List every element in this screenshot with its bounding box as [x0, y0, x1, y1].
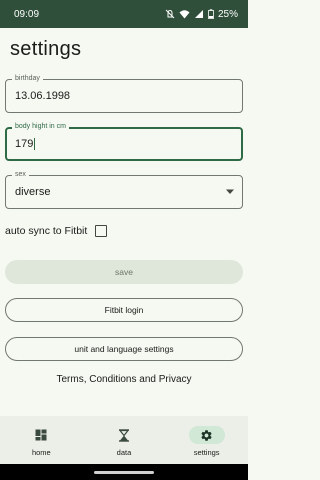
nav-label-home: home: [31, 448, 51, 457]
nav-label-data: data: [116, 448, 132, 457]
battery-percent: 25%: [217, 8, 238, 20]
terms-link[interactable]: Terms, Conditions and Privacy: [0, 374, 248, 385]
signal-icon: [194, 10, 203, 18]
gear-icon: [201, 429, 212, 441]
nav-label-settings: settings: [193, 448, 220, 457]
auto-sync-row: auto sync to Fitbit: [5, 225, 108, 237]
nav-item-data[interactable]: data: [84, 416, 164, 457]
sex-dropdown[interactable]: sex diverse: [5, 170, 243, 209]
status-time: 09:09: [14, 8, 40, 20]
battery-icon: [208, 9, 214, 19]
wifi-icon: [179, 10, 190, 19]
auto-sync-checkbox[interactable]: [95, 225, 108, 237]
page-title: settings: [10, 38, 82, 60]
nav-icon-container-active: [188, 426, 225, 444]
unit-language-settings-button[interactable]: unit and language settings: [5, 337, 243, 361]
sex-value: diverse: [15, 186, 51, 198]
nav-icon-container: [23, 426, 59, 444]
home-indicator[interactable]: [94, 471, 154, 474]
height-field[interactable]: body hight in cm 179: [5, 122, 243, 161]
status-icons: 25%: [165, 9, 238, 20]
height-value: 179: [15, 138, 34, 150]
nav-item-home[interactable]: home: [1, 416, 81, 457]
birthday-value: 13.06.1998: [15, 90, 71, 102]
height-label: body hight in cm: [12, 122, 69, 132]
height-value-wrap: 179: [15, 138, 36, 151]
save-button[interactable]: save: [5, 260, 243, 284]
dropdown-arrow-icon: [226, 189, 234, 194]
auto-sync-label: auto sync to Fitbit: [5, 225, 88, 237]
text-cursor: [34, 138, 36, 151]
sex-label: sex: [12, 170, 29, 180]
fitbit-login-button[interactable]: Fitbit login: [5, 298, 243, 322]
dashboard-icon: [35, 429, 47, 441]
birthday-label: birthday: [12, 74, 43, 84]
birthday-field[interactable]: birthday 13.06.1998: [5, 74, 243, 113]
nav-item-settings[interactable]: settings: [167, 416, 247, 457]
bottom-navigation: home data settings: [0, 416, 248, 464]
hourglass-icon: [118, 428, 130, 442]
mute-icon: [165, 9, 175, 19]
status-bar: 09:09 25%: [0, 0, 248, 28]
nav-icon-container: [106, 426, 142, 444]
